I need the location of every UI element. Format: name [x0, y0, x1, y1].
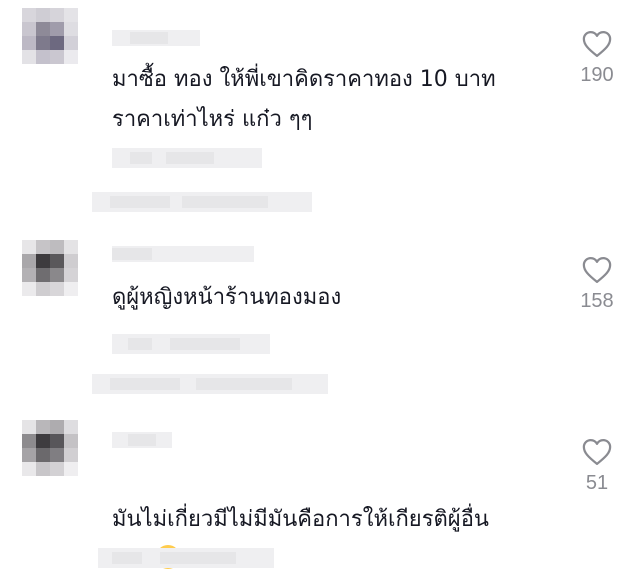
comment-meta-blurred-part	[160, 552, 236, 564]
comment-meta-blurred-part	[112, 552, 142, 564]
like-button[interactable]: 190	[566, 30, 628, 87]
heart-outline-icon	[582, 31, 612, 57]
comment-item: ดูผู้หญิงหน้าร้านทองมอง 158	[0, 230, 640, 400]
avatar[interactable]	[22, 8, 78, 64]
comment-meta-blurred-part	[130, 152, 152, 164]
comment-item: มันไม่เกี่ยวมีไม่มีมันคือการให้เกียรติผู…	[0, 412, 640, 574]
comment-meta-blurred-part	[170, 338, 240, 350]
heart-outline-icon	[582, 257, 612, 283]
view-replies-blurred-part	[182, 196, 268, 208]
like-button[interactable]: 158	[566, 256, 628, 313]
username-blurred-part	[112, 248, 152, 260]
avatar[interactable]	[22, 240, 78, 296]
comment-text: ดูผู้หญิงหน้าร้านทองมอง	[112, 285, 342, 310]
view-replies-blurred-part	[110, 378, 180, 390]
comment-item: มาซื้อ ทอง ให้พี่เขาคิดราคาทอง 10 บาท รา…	[0, 0, 640, 212]
view-replies-blurred-part	[196, 378, 292, 390]
comment-meta-blurred-part	[128, 338, 152, 350]
like-count: 158	[580, 290, 614, 312]
like-count: 51	[585, 472, 609, 494]
username-blurred-part	[128, 434, 156, 446]
username-blurred-part	[130, 32, 168, 44]
like-count: 190	[580, 64, 614, 86]
comment-text: มาซื้อ ทอง ให้พี่เขาคิดราคาทอง 10 บาท รา…	[112, 67, 496, 132]
view-replies-blurred-part	[110, 196, 170, 208]
heart-outline-icon	[582, 439, 612, 465]
like-button[interactable]: 51	[566, 438, 628, 495]
comment-meta-blurred-part	[166, 152, 214, 164]
avatar[interactable]	[22, 420, 78, 476]
